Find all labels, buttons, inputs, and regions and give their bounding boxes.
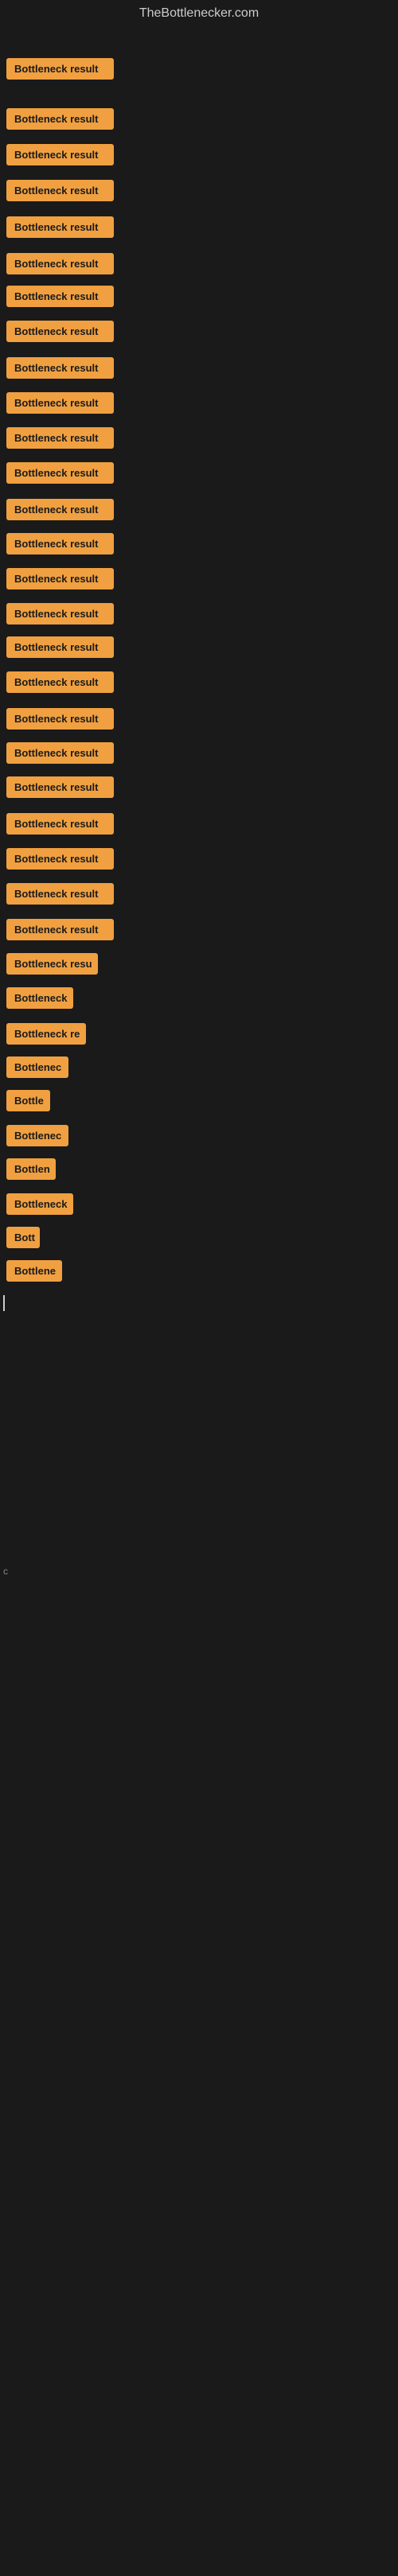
list-item: Bottleneck result [0, 776, 120, 802]
bottleneck-badge: Bottleneck result [6, 742, 114, 764]
list-item: Bottleneck result [0, 144, 120, 169]
list-item: Bottleneck result [0, 286, 120, 311]
list-item: Bottleneck result [0, 253, 120, 278]
list-item: Bottleneck result [0, 848, 120, 874]
bottleneck-badge: Bottlenec [6, 1125, 68, 1146]
small-char-label: c [3, 1566, 8, 1577]
bottleneck-badge: Bottleneck result [6, 357, 114, 379]
list-item: Bottleneck result [0, 603, 120, 628]
bottleneck-badge: Bottleneck result [6, 144, 114, 165]
list-item: Bottleneck result [0, 919, 120, 944]
list-item: Bottleneck result [0, 462, 120, 488]
list-item: Bottleneck result [0, 742, 120, 768]
bottleneck-badge: Bottleneck result [6, 253, 114, 274]
bottleneck-badge: Bottleneck resu [6, 953, 98, 975]
list-item: Bottleneck result [0, 636, 120, 662]
list-item: Bottleneck re [0, 1023, 92, 1049]
bottleneck-badge: Bottleneck result [6, 883, 114, 905]
bottleneck-badge: Bottleneck result [6, 180, 114, 201]
bottleneck-badge: Bottlenec [6, 1056, 68, 1078]
bottleneck-badge: Bottleneck [6, 1193, 73, 1215]
bottleneck-badge: Bottleneck result [6, 58, 114, 80]
list-item: Bottleneck result [0, 108, 120, 134]
bottleneck-badge: Bottle [6, 1090, 50, 1111]
list-item: Bottleneck result [0, 499, 120, 524]
list-item: Bottleneck result [0, 671, 120, 697]
bottleneck-badge: Bottleneck result [6, 427, 114, 449]
bottleneck-badge: Bottleneck result [6, 603, 114, 625]
bottleneck-badge: Bottleneck result [6, 108, 114, 130]
bottleneck-badge: Bottleneck result [6, 392, 114, 414]
list-item: Bottleneck result [0, 180, 120, 205]
list-item: Bottleneck result [0, 568, 120, 593]
bottleneck-badge: Bottlen [6, 1158, 56, 1180]
list-item: Bottlenec [0, 1056, 75, 1082]
bottleneck-badge: Bottleneck result [6, 286, 114, 307]
list-item: Bottlene [0, 1260, 68, 1286]
list-item: Bott [0, 1227, 46, 1252]
list-item: Bottlenec [0, 1125, 75, 1150]
bottleneck-badge: Bottleneck [6, 987, 73, 1009]
bottleneck-badge: Bottleneck result [6, 568, 114, 590]
list-item: Bottleneck result [0, 533, 120, 558]
list-item: Bottleneck result [0, 392, 120, 418]
list-item: Bottleneck [0, 987, 80, 1013]
bottleneck-badge: Bottleneck result [6, 636, 114, 658]
list-item: Bottle [0, 1090, 57, 1115]
bottleneck-badge: Bottleneck result [6, 499, 114, 520]
bottleneck-badge: Bottleneck result [6, 708, 114, 730]
list-item: Bottleneck result [0, 708, 120, 733]
list-item: Bottleneck result [0, 216, 120, 242]
bottleneck-badge: Bottleneck result [6, 216, 114, 238]
list-item: Bottleneck result [0, 321, 120, 346]
bottleneck-badge: Bottleneck result [6, 813, 114, 835]
bottleneck-badge: Bottlene [6, 1260, 62, 1282]
bottleneck-badge: Bottleneck result [6, 919, 114, 940]
list-item: Bottleneck result [0, 813, 120, 839]
site-title: TheBottlenecker.com [0, 0, 398, 30]
list-item: Bottleneck resu [0, 953, 104, 979]
list-item: Bottlen [0, 1158, 62, 1184]
bottleneck-badge: Bottleneck re [6, 1023, 86, 1045]
list-item: Bottleneck [0, 1193, 80, 1219]
list-item: Bottleneck result [0, 883, 120, 909]
list-item: Bottleneck result [0, 427, 120, 453]
list-item: Bottleneck result [0, 58, 120, 84]
bottleneck-badge: Bottleneck result [6, 671, 114, 693]
text-cursor [3, 1295, 5, 1311]
bottleneck-badge: Bottleneck result [6, 321, 114, 342]
bottleneck-badge: Bottleneck result [6, 776, 114, 798]
list-item: Bottleneck result [0, 357, 120, 383]
bottleneck-badge: Bottleneck result [6, 848, 114, 870]
bottleneck-badge: Bottleneck result [6, 462, 114, 484]
bottleneck-badge: Bottleneck result [6, 533, 114, 555]
bottleneck-badge: Bott [6, 1227, 40, 1248]
